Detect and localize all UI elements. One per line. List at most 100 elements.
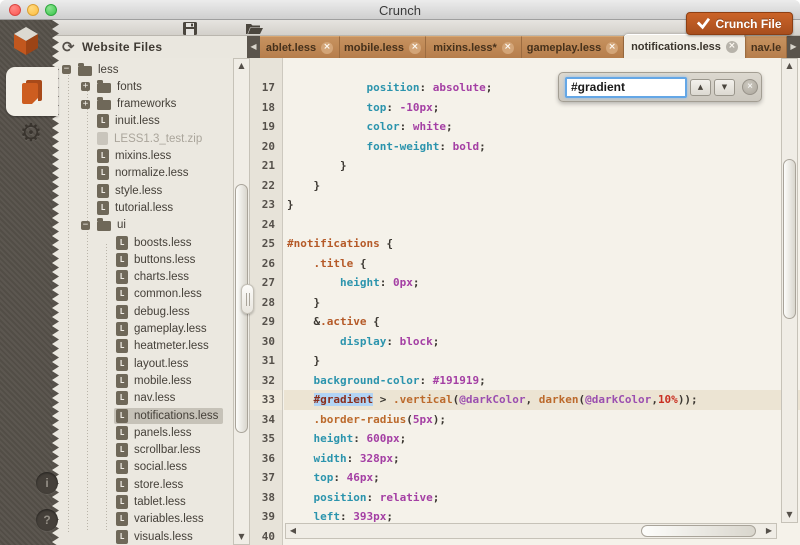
tree-item-store.less[interactable]: Lstore.less <box>100 476 188 493</box>
code-line-38[interactable]: position: relative; <box>284 488 800 508</box>
crunch-file-button[interactable]: Crunch File <box>686 12 793 35</box>
editor-hscroll-thumb[interactable] <box>641 525 756 537</box>
code-line-20[interactable]: font-weight: bold; <box>284 137 800 157</box>
code-line-25[interactable]: #notifications { <box>284 234 800 254</box>
tree-item-tutorial.less[interactable]: Ltutorial.less <box>81 199 178 216</box>
sidebar-item-files[interactable] <box>6 67 58 116</box>
tree-item-mobile.less[interactable]: Lmobile.less <box>100 372 197 389</box>
less-icon: L <box>116 253 128 267</box>
tree-item-content: Lboosts.less <box>114 235 197 251</box>
tree-item-charts.less[interactable]: Lcharts.less <box>100 269 194 286</box>
tree-item-common.less[interactable]: Lcommon.less <box>100 286 207 303</box>
code-line-23[interactable]: } <box>284 195 800 215</box>
code-token: 46px <box>347 471 374 484</box>
tree-item-gameplay.less[interactable]: Lgameplay.less <box>100 321 212 338</box>
expand-icon[interactable]: + <box>81 100 90 109</box>
tree-item-social.less[interactable]: Lsocial.less <box>100 459 192 476</box>
editor-vscroll-thumb[interactable] <box>783 159 796 319</box>
code-line-26[interactable]: .title { <box>284 254 800 274</box>
tree-item-panels.less[interactable]: Lpanels.less <box>100 424 197 441</box>
scroll-down-icon[interactable]: ▼ <box>234 532 249 542</box>
tree-item-mixins.less[interactable]: Lmixins.less <box>81 148 176 165</box>
code-line-34[interactable]: .border-radius(5px); <box>284 410 800 430</box>
tab-ablet.less[interactable]: ablet.less× <box>260 36 340 58</box>
code-line-24[interactable] <box>284 215 800 235</box>
code-area[interactable]: position: absolute; top: -10px; color: w… <box>284 58 800 545</box>
tree-item-visuals.less[interactable]: Lvisuals.less <box>100 528 198 545</box>
code-line-37[interactable]: top: 46px; <box>284 468 800 488</box>
tree-item-LESS1.3_test.zip[interactable]: LESS1.3_test.zip <box>81 130 207 147</box>
tree-item-ui[interactable]: −ui <box>81 217 131 234</box>
sidebar-item-settings[interactable]: ⚙ <box>16 118 46 148</box>
tab-mobile.less[interactable]: mobile.less× <box>340 36 426 58</box>
tree-item-normalize.less[interactable]: Lnormalize.less <box>81 165 194 182</box>
search-close-button[interactable]: × <box>742 79 758 95</box>
tree-item-debug.less[interactable]: Ldebug.less <box>100 303 195 320</box>
info-button[interactable]: i <box>36 472 58 494</box>
tab-gameplay.less[interactable]: gameplay.less× <box>522 36 624 58</box>
scroll-left-icon[interactable]: ◀ <box>287 524 299 538</box>
code-line-22[interactable]: } <box>284 176 800 196</box>
scroll-right-icon[interactable]: ▶ <box>763 524 775 538</box>
scroll-down-icon[interactable]: ▼ <box>782 510 797 520</box>
help-button[interactable]: ? <box>36 509 58 531</box>
tab-notifications.less[interactable]: notifications.less× <box>624 34 746 58</box>
tab-scroll-right-button[interactable]: ▶ <box>787 36 800 58</box>
tree-item-scrollbar.less[interactable]: Lscrollbar.less <box>100 442 205 459</box>
tree-item-buttons.less[interactable]: Lbuttons.less <box>100 251 200 268</box>
code-line-28[interactable]: } <box>284 293 800 313</box>
tree-item-variables.less[interactable]: Lvariables.less <box>100 511 209 528</box>
less-icon: L <box>116 305 128 319</box>
tab-scroll-left-button[interactable]: ◀ <box>247 36 260 58</box>
tree-item-layout.less[interactable]: Llayout.less <box>100 355 193 372</box>
code-line-21[interactable]: } <box>284 156 800 176</box>
code-token: -10px <box>400 101 433 114</box>
collapse-icon[interactable]: − <box>62 65 71 74</box>
code-line-27[interactable]: height: 0px; <box>284 273 800 293</box>
code-token: 600px <box>367 432 400 445</box>
save-button[interactable] <box>182 21 202 36</box>
scroll-up-icon[interactable]: ▲ <box>234 61 249 71</box>
code-line-29[interactable]: &.active { <box>284 312 800 332</box>
code-line-33[interactable]: #gradient > .vertical(@darkColor, darken… <box>284 390 800 410</box>
tab-close-icon[interactable]: × <box>502 42 514 54</box>
tree-item-fonts[interactable]: +fonts <box>81 78 147 95</box>
code-line-31[interactable]: } <box>284 351 800 371</box>
tree-item-notifications.less[interactable]: Lnotifications.less <box>100 407 223 424</box>
tree-item-boosts.less[interactable]: Lboosts.less <box>100 234 197 251</box>
tab-close-icon[interactable]: × <box>321 42 333 54</box>
search-next-button[interactable]: ▼ <box>714 79 735 96</box>
code-line-19[interactable]: color: white; <box>284 117 800 137</box>
open-folder-button[interactable] <box>245 21 265 36</box>
collapse-icon[interactable]: − <box>81 221 90 230</box>
editor-horizontal-scrollbar[interactable]: ◀ ▶ <box>285 523 777 539</box>
tree-item-less[interactable]: −less <box>62 61 123 78</box>
tree-item-tablet.less[interactable]: Ltablet.less <box>100 494 191 511</box>
tree-item-frameworks[interactable]: +frameworks <box>81 96 181 113</box>
refresh-button[interactable]: ⟳ <box>62 38 78 56</box>
tab-nav.le[interactable]: nav.le <box>746 36 787 58</box>
tree-item-nav.less[interactable]: Lnav.less <box>100 390 180 407</box>
search-input[interactable] <box>565 77 687 98</box>
code-line-32[interactable]: background-color: #191919; <box>284 371 800 391</box>
code-token: ; <box>433 101 440 114</box>
tree-item-style.less[interactable]: Lstyle.less <box>81 182 167 199</box>
tree-item-heatmeter.less[interactable]: Lheatmeter.less <box>100 338 214 355</box>
tab-close-icon[interactable]: × <box>726 41 738 53</box>
scroll-up-icon[interactable]: ▲ <box>782 61 797 71</box>
code-line-30[interactable]: display: block; <box>284 332 800 352</box>
panel-splitter-handle[interactable] <box>241 284 254 314</box>
search-previous-button[interactable]: ▲ <box>690 79 711 96</box>
editor-vertical-scrollbar[interactable]: ▲ ▼ <box>781 58 798 523</box>
code-line-35[interactable]: height: 600px; <box>284 429 800 449</box>
tab-close-icon[interactable]: × <box>606 42 618 54</box>
code-line-36[interactable]: width: 328px; <box>284 449 800 469</box>
code-token: } <box>287 296 320 309</box>
line-number: 40 <box>250 527 282 545</box>
line-number: 19 <box>250 117 282 137</box>
tree-item-label: buttons.less <box>134 254 195 266</box>
tab-mixins.less*[interactable]: mixins.less*× <box>426 36 522 58</box>
tab-close-icon[interactable]: × <box>409 42 421 54</box>
tree-item-inuit.less[interactable]: Linuit.less <box>81 113 165 130</box>
expand-icon[interactable]: + <box>81 82 90 91</box>
